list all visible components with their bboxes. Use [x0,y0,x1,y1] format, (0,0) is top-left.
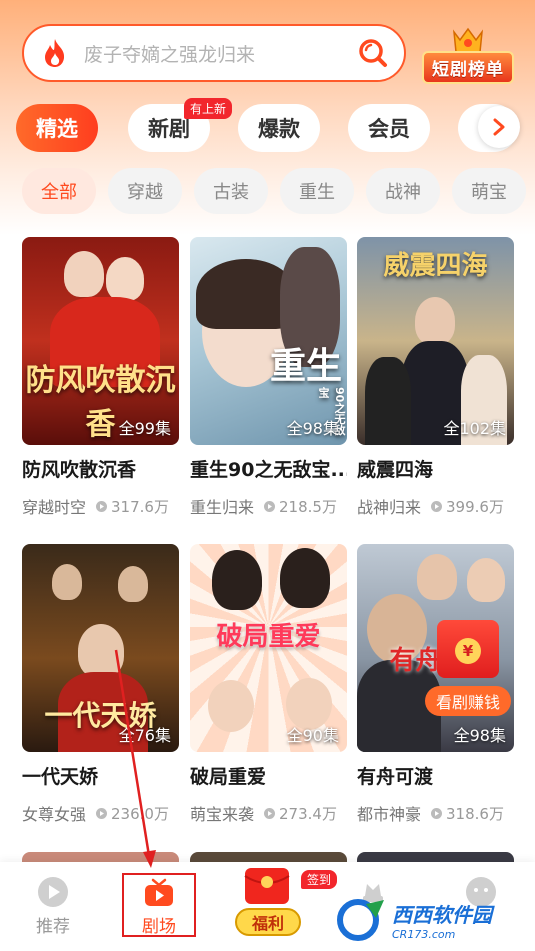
play-count-icon [431,500,443,512]
drama-title: 有舟可渡 [357,766,434,788]
drama-tag: 萌宝来袭 [190,805,255,824]
play-circle-icon [38,877,68,907]
red-packet-promo[interactable]: ¥ [437,620,499,678]
genre-chip-all[interactable]: 全部 [22,168,96,214]
episode-count: 全90集 [286,726,339,745]
nav-label: 推荐 [36,917,70,937]
main-tabs: 精选 新剧 爆款 会员 有上新 [16,98,535,154]
drama-title: 一代天娇 [22,766,99,788]
drama-tag: 穿越时空 [22,498,87,517]
genre-label: 重生 [299,182,335,203]
watermark-logo-icon [337,899,384,941]
fire-icon [42,38,72,68]
red-packet-icon [244,868,290,904]
play-count-icon [96,500,108,512]
play-count: 236.0万 [111,804,169,823]
drama-card[interactable]: 重生 90之无敌宝 全98集 重生90之无敌宝... 重生归来 218.5万 [190,237,347,518]
genre-label: 战神 [385,182,421,203]
drama-meta: 都市神豪 318.6万 [357,801,514,825]
genre-chip-war-god[interactable]: 战神 [366,168,440,214]
genre-label: 全部 [41,182,77,203]
play-count-icon [264,500,276,512]
drama-poster[interactable]: 重生 90之无敌宝 全98集 [190,237,347,445]
play-count: 318.6万 [446,804,504,823]
poster-title: 破局重爱 [216,622,321,652]
genre-chip-cute-baby[interactable]: 萌宝 [452,168,526,214]
tab-vip[interactable]: 会员 [348,104,430,152]
drama-title: 威震四海 [357,459,434,481]
episode-count: 全98集 [453,726,506,745]
drama-card[interactable]: 有舟 全98集 有舟可渡 都市神豪 318.6万 [357,544,514,825]
chevron-right-icon [493,118,505,136]
drama-tag: 女尊女强 [22,805,87,824]
drama-title: 破局重爱 [190,766,267,788]
play-count-icon [431,807,443,819]
check-in-badge: 签到 [301,870,338,889]
tab-label: 爆款 [258,117,300,141]
drama-meta: 穿越时空 317.6万 [22,494,179,518]
play-count: 218.5万 [279,497,337,516]
genre-label: 古装 [213,182,249,203]
drama-meta: 重生归来 218.5万 [190,494,347,518]
coin-icon: ¥ [455,638,481,664]
drama-card[interactable]: 防风吹散沉香 全99集 防风吹散沉香 穿越时空 317.6万 [22,237,179,518]
genre-chip-costume[interactable]: 古装 [194,168,268,214]
tab-hot[interactable]: 爆款 [238,104,320,152]
genre-label: 穿越 [127,182,163,203]
episode-count: 全98集 [286,419,339,438]
drama-title: 重生90之无敌宝... [190,459,347,481]
episode-count: 全99集 [118,419,171,438]
drama-meta: 萌宝来袭 273.4万 [190,801,347,825]
search-icon[interactable] [356,36,390,70]
nav-label: 福利 [235,908,301,936]
nav-welfare[interactable]: 福利 签到 [227,862,338,951]
drama-title: 防风吹散沉香 [22,459,137,481]
earn-money-button[interactable]: 看剧赚钱 [425,686,511,716]
nav-recommend[interactable]: 推荐 [13,862,93,951]
drama-tag: 重生归来 [190,498,255,517]
episode-count: 全102集 [443,419,506,438]
drama-card[interactable]: 一代天娇 全76集 一代天娇 女尊女强 236.0万 [22,544,179,825]
ranking-label: 短剧榜单 [422,51,514,84]
play-count: 399.6万 [446,497,504,516]
tabs-scroll-next-button[interactable] [478,106,520,148]
drama-poster[interactable]: 防风吹散沉香 全99集 [22,237,179,445]
annotation-highlight-box [122,873,196,937]
play-count: 273.4万 [279,804,337,823]
poster-title: 威震四海 [383,251,488,281]
episode-count: 全76集 [118,726,171,745]
tab-selected[interactable]: 精选 [16,104,98,152]
play-count-icon [264,807,276,819]
new-content-badge: 有上新 [184,98,233,119]
watermark: 西西软件园 CR173.com [336,894,526,946]
tab-label: 精选 [36,117,78,141]
watermark-subtext: CR173.com [392,928,456,941]
drama-poster[interactable]: 破局重爱 全90集 [190,544,347,752]
poster-title: 重生 [270,346,343,387]
tab-label: 会员 [368,117,410,141]
drama-tag: 战神归来 [357,498,422,517]
drama-card[interactable]: 破局重爱 全90集 破局重爱 萌宝来袭 273.4万 [190,544,347,825]
drama-meta: 女尊女强 236.0万 [22,801,179,825]
play-count: 317.6万 [111,497,169,516]
drama-tag: 都市神豪 [357,805,422,824]
watermark-text: 西西软件园 [392,903,492,927]
search-input[interactable]: 废子夺嫡之强龙归来 [84,40,356,67]
search-bar[interactable]: 废子夺嫡之强龙归来 [22,24,406,82]
drama-card[interactable]: 威震四海 全102集 威震四海 战神归来 399.6万 [357,237,514,518]
play-count-icon [96,807,108,819]
genre-label: 萌宝 [471,182,507,203]
drama-meta: 战神归来 399.6万 [357,494,514,518]
genre-chip-time-travel[interactable]: 穿越 [108,168,182,214]
genre-chip-rebirth[interactable]: 重生 [280,168,354,214]
drama-poster[interactable]: 一代天娇 全76集 [22,544,179,752]
ranking-button[interactable]: 短剧榜单 [420,26,516,84]
drama-poster[interactable]: 威震四海 全102集 [357,237,514,445]
